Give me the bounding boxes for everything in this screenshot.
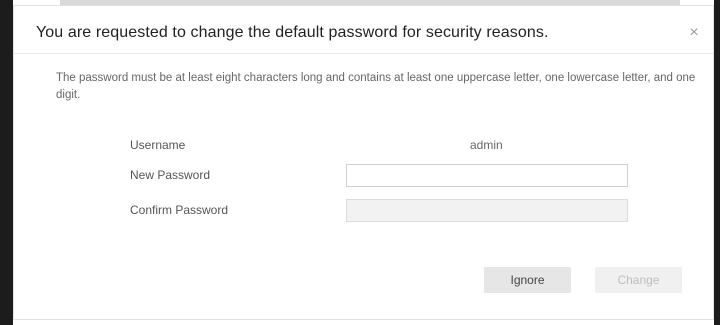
password-requirements-notice: The password must be at least eight char…: [56, 72, 696, 101]
confirm-password-label: Confirm Password: [130, 203, 229, 217]
dialog-title: You are requested to change the default …: [36, 24, 549, 41]
change-button[interactable]: Change: [595, 267, 682, 293]
username-row: Username admin: [14, 134, 713, 158]
dialog-header: You are requested to change the default …: [14, 6, 713, 54]
ignore-button[interactable]: Ignore: [484, 267, 571, 293]
confirm-password-field[interactable]: [346, 199, 628, 222]
new-password-row: New Password: [14, 164, 713, 188]
username-label: Username: [130, 138, 186, 152]
background-left-edge: [0, 0, 13, 325]
username-value: admin: [470, 138, 503, 152]
new-password-label: New Password: [130, 168, 211, 182]
close-icon: ×: [689, 24, 699, 41]
confirm-password-row: Confirm Password: [14, 199, 713, 223]
background-right-edge: [714, 0, 720, 325]
new-password-field[interactable]: [346, 164, 628, 187]
change-password-dialog: You are requested to change the default …: [13, 5, 714, 320]
close-button[interactable]: ×: [683, 22, 705, 44]
